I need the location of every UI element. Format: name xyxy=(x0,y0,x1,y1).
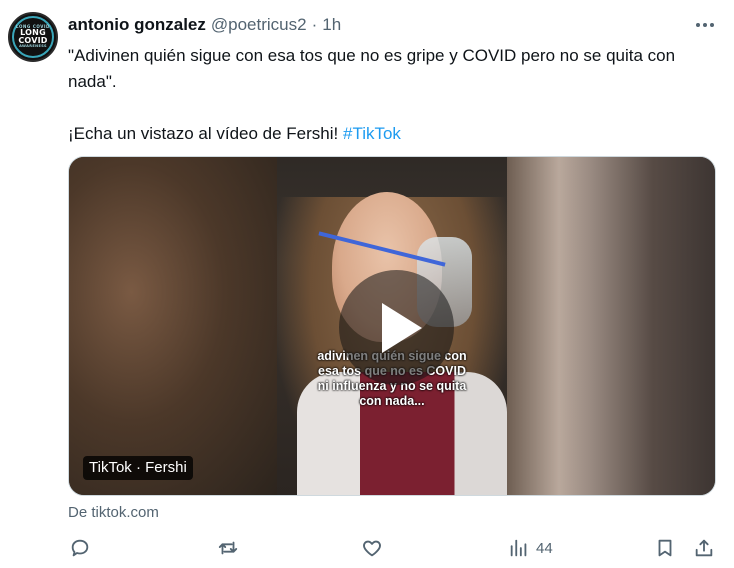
tweet-cta-text: ¡Echa un vistazo al vídeo de Fershi! xyxy=(68,124,343,143)
avatar-text-bottom: AWARENESS xyxy=(19,44,47,49)
share-button[interactable] xyxy=(693,535,715,561)
bookmark-icon xyxy=(658,539,672,557)
author-handle[interactable]: @poetricus2 xyxy=(211,15,307,35)
reply-button[interactable] xyxy=(69,535,91,561)
video-card[interactable]: adivinen quién sigue con esa tos que no … xyxy=(68,156,716,496)
tweet-time[interactable]: 1h xyxy=(322,15,341,35)
reply-icon xyxy=(71,539,89,557)
tweet-header: antonio gonzalez @poetricus2 · 1h xyxy=(68,15,341,35)
action-bar: 44 xyxy=(0,535,734,563)
play-icon xyxy=(381,302,422,353)
tweet-cta: ¡Echa un vistazo al vídeo de Fershi! #Ti… xyxy=(68,121,718,147)
long-covid-logo: LONG COVID LONG COVID AWARENESS xyxy=(12,16,54,58)
like-button[interactable] xyxy=(361,535,383,561)
tweet-quote: "Adivinen quién sigue con esa tos que no… xyxy=(68,46,676,91)
views-button[interactable]: 44 xyxy=(508,535,553,561)
play-button[interactable] xyxy=(339,270,454,385)
hashtag-link[interactable]: #TikTok xyxy=(343,124,401,143)
tweet-text: "Adivinen quién sigue con esa tos que no… xyxy=(68,43,718,147)
avatar-text-covid: COVID xyxy=(18,35,48,45)
retweet-icon xyxy=(218,541,238,555)
retweet-button[interactable] xyxy=(217,535,239,561)
views-count: 44 xyxy=(536,539,553,557)
more-options-icon[interactable] xyxy=(694,14,716,36)
views-icon xyxy=(510,539,527,557)
bookmark-button[interactable] xyxy=(654,535,676,561)
separator-dot: · xyxy=(311,15,318,34)
video-blur-left xyxy=(69,157,277,495)
video-blur-right xyxy=(507,157,715,495)
avatar[interactable]: LONG COVID LONG COVID AWARENESS xyxy=(8,12,58,62)
author-name[interactable]: antonio gonzalez xyxy=(68,15,206,35)
link-source[interactable]: De tiktok.com xyxy=(68,504,159,521)
video-source-badge: TikTok · Fershi xyxy=(83,456,193,480)
heart-icon xyxy=(363,540,381,557)
share-icon xyxy=(695,539,713,557)
